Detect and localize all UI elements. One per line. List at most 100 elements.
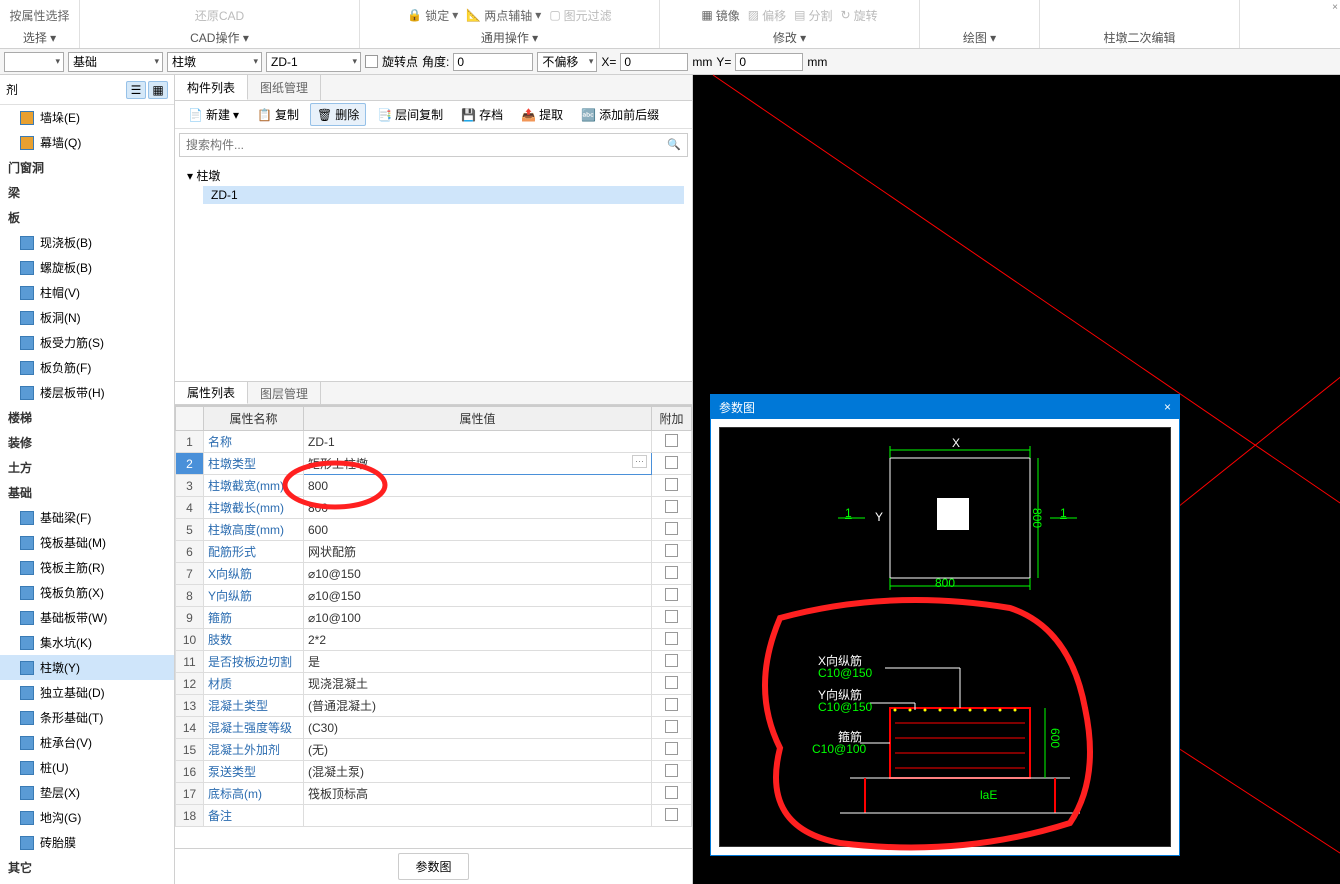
extra-checkbox[interactable]: [665, 544, 678, 557]
x-input[interactable]: [620, 53, 688, 71]
tree-group[interactable]: 楼梯: [0, 405, 174, 430]
tree-item[interactable]: 墙垛(E): [0, 105, 174, 130]
combo-layer[interactable]: [4, 52, 64, 72]
property-row[interactable]: 18备注: [176, 805, 692, 827]
copy-button[interactable]: 📋 复制: [250, 103, 306, 126]
property-row[interactable]: 16泵送类型(混凝土泵): [176, 761, 692, 783]
tree-item[interactable]: 桩承台(V): [0, 730, 174, 755]
snap-btn[interactable]: 📐 两点辅轴 ▾: [466, 7, 541, 24]
angle-input[interactable]: [453, 53, 533, 71]
tree-item[interactable]: 筏板主筋(R): [0, 555, 174, 580]
tab-drawing-mgmt[interactable]: 图纸管理: [248, 75, 321, 100]
tree-group[interactable]: 基础: [0, 480, 174, 505]
tree-item[interactable]: 垫层(X): [0, 780, 174, 805]
extra-checkbox[interactable]: [665, 478, 678, 491]
extra-checkbox[interactable]: [665, 434, 678, 447]
panel-close-icon[interactable]: ×: [1332, 2, 1338, 13]
filter-btn[interactable]: ▢ 图元过滤: [549, 7, 611, 24]
property-row[interactable]: 13混凝土类型(普通混凝土): [176, 695, 692, 717]
tree-root[interactable]: 柱墩: [196, 169, 220, 183]
extra-checkbox[interactable]: [665, 632, 678, 645]
property-row[interactable]: 15混凝土外加剂(无): [176, 739, 692, 761]
tree-item-zd1[interactable]: ZD-1: [203, 186, 684, 204]
extract-button[interactable]: 📤 提取: [514, 103, 570, 126]
restore-cad[interactable]: 还原CAD: [195, 7, 244, 24]
tree-item[interactable]: 柱帽(V): [0, 280, 174, 305]
offset-mode-combo[interactable]: 不偏移: [537, 52, 597, 72]
property-row[interactable]: 12材质现浇混凝土: [176, 673, 692, 695]
split-btn[interactable]: ▤ 分割: [794, 7, 832, 24]
select-by-attr[interactable]: 按属性选择: [9, 7, 69, 24]
property-row[interactable]: 2柱墩类型矩形上柱墩⋯: [176, 453, 692, 475]
tree-item[interactable]: 基础梁(F): [0, 505, 174, 530]
tree-group[interactable]: 其它: [0, 855, 174, 880]
tab-properties[interactable]: 属性列表: [175, 382, 248, 404]
view-grid-icon[interactable]: ▦: [148, 81, 168, 99]
property-row[interactable]: 5柱墩高度(mm)600: [176, 519, 692, 541]
property-row[interactable]: 6配筋形式网状配筋: [176, 541, 692, 563]
new-button[interactable]: 📄 新建 ▾: [181, 103, 246, 126]
tree-item[interactable]: 幕墙(Q): [0, 130, 174, 155]
cad-group-label[interactable]: CAD操作: [190, 31, 239, 45]
tree-item[interactable]: 砖胎膜: [0, 830, 174, 855]
extra-checkbox[interactable]: [665, 676, 678, 689]
rotate-btn[interactable]: ↻ 旋转: [841, 7, 878, 24]
tree-item[interactable]: 现浇板(B): [0, 230, 174, 255]
property-row[interactable]: 9箍筋⌀10@100: [176, 607, 692, 629]
dialog-close-icon[interactable]: ×: [1164, 400, 1171, 414]
modify-group-label[interactable]: 修改: [773, 31, 797, 45]
tree-item[interactable]: 地沟(G): [0, 805, 174, 830]
y-input[interactable]: [735, 53, 803, 71]
prefix-button[interactable]: 🔤 添加前后缀: [574, 103, 666, 126]
lock-btn[interactable]: 🔒 锁定 ▾: [407, 7, 458, 24]
extra-checkbox[interactable]: [665, 808, 678, 821]
tree-group[interactable]: 装修: [0, 430, 174, 455]
search-input[interactable]: [186, 134, 663, 156]
tree-item[interactable]: 柱墩(Y): [0, 655, 174, 680]
tree-item[interactable]: 桩(U): [0, 755, 174, 780]
tree-group[interactable]: 门窗洞: [0, 155, 174, 180]
combo-instance[interactable]: ZD-1: [266, 52, 361, 72]
delete-button[interactable]: 🗑 删除: [310, 103, 366, 126]
common-group-label[interactable]: 通用操作: [481, 31, 529, 45]
select-group-label[interactable]: 选择: [23, 31, 47, 45]
property-row[interactable]: 4柱墩截长(mm)800: [176, 497, 692, 519]
extra-checkbox[interactable]: [665, 566, 678, 579]
extra-checkbox[interactable]: [665, 720, 678, 733]
tree-item[interactable]: 板负筋(F): [0, 355, 174, 380]
property-row[interactable]: 10肢数2*2: [176, 629, 692, 651]
tree-item[interactable]: 螺旋板(B): [0, 255, 174, 280]
tree-item[interactable]: 筏板负筋(X): [0, 580, 174, 605]
property-row[interactable]: 8Y向纵筋⌀10@150: [176, 585, 692, 607]
tree-item[interactable]: 基础板带(W): [0, 605, 174, 630]
offset-btn[interactable]: ▨ 偏移: [748, 7, 786, 24]
extra-checkbox[interactable]: [665, 764, 678, 777]
draw-group-label[interactable]: 绘图: [963, 31, 987, 45]
layer-copy-button[interactable]: 📑 层间复制: [370, 103, 450, 126]
category-tree[interactable]: 墙垛(E)幕墙(Q)门窗洞梁板现浇板(B)螺旋板(B)柱帽(V)板洞(N)板受力…: [0, 105, 174, 884]
property-row[interactable]: 11是否按板边切割是: [176, 651, 692, 673]
extra-checkbox[interactable]: [665, 588, 678, 601]
tree-group[interactable]: 梁: [0, 180, 174, 205]
extra-checkbox[interactable]: [665, 456, 678, 469]
mirror-btn[interactable]: ▦ 镜像: [701, 7, 739, 24]
tab-layer-mgmt[interactable]: 图层管理: [248, 382, 321, 404]
property-row[interactable]: 3柱墩截宽(mm)800: [176, 475, 692, 497]
property-table[interactable]: 属性名称 属性值 附加 1名称ZD-12柱墩类型矩形上柱墩⋯3柱墩截宽(mm)8…: [175, 405, 692, 848]
combo-category[interactable]: 基础: [68, 52, 163, 72]
tree-group[interactable]: 土方: [0, 455, 174, 480]
tab-component-list[interactable]: 构件列表: [175, 75, 248, 100]
extra-checkbox[interactable]: [665, 742, 678, 755]
extra-checkbox[interactable]: [665, 610, 678, 623]
tree-item[interactable]: 楼层板带(H): [0, 380, 174, 405]
tree-item[interactable]: 筏板基础(M): [0, 530, 174, 555]
extra-checkbox[interactable]: [665, 786, 678, 799]
tree-item[interactable]: 独立基础(D): [0, 680, 174, 705]
search-box[interactable]: [179, 133, 688, 157]
property-row[interactable]: 7X向纵筋⌀10@150: [176, 563, 692, 585]
tree-item[interactable]: 条形基础(T): [0, 705, 174, 730]
property-row[interactable]: 1名称ZD-1: [176, 431, 692, 453]
rotpoint-check[interactable]: [365, 55, 378, 68]
archive-button[interactable]: 💾 存档: [454, 103, 510, 126]
extra-checkbox[interactable]: [665, 522, 678, 535]
